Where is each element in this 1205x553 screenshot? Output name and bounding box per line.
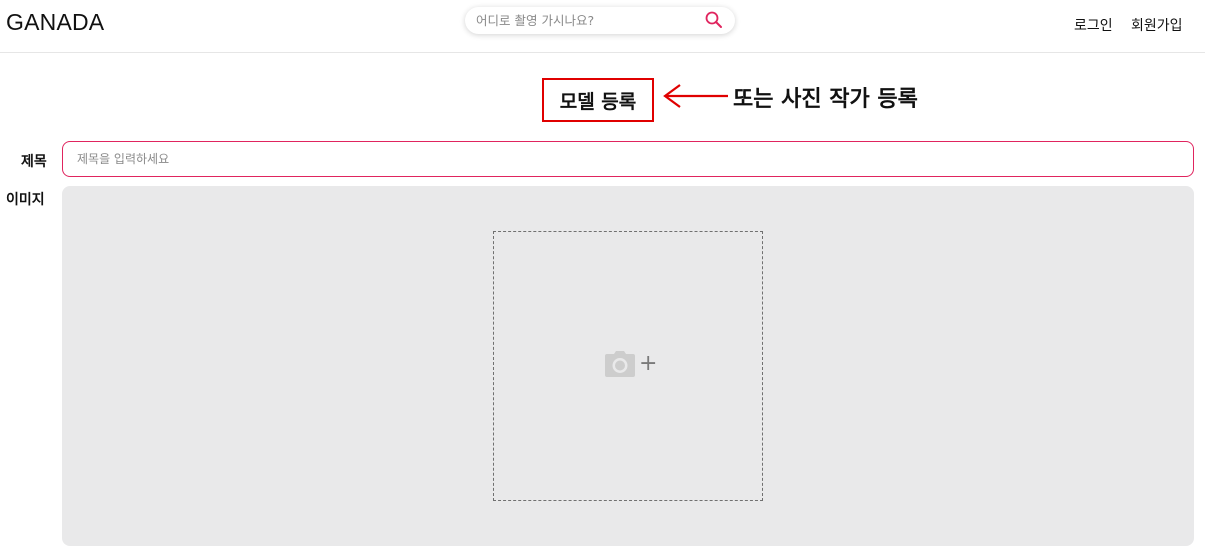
title-label: 제목 (21, 154, 47, 170)
signup-link[interactable]: 회원가입 (1131, 15, 1183, 35)
search-bar[interactable] (465, 7, 735, 34)
annotation-text: 또는 사진 작가 등록 (733, 87, 918, 112)
title-input[interactable] (62, 141, 1194, 177)
arrow-left-icon (663, 84, 728, 108)
image-upload-dropzone[interactable]: + (493, 231, 763, 501)
search-icon[interactable] (704, 10, 724, 30)
login-link[interactable]: 로그인 (1074, 15, 1113, 35)
page-title-text: 모델 등록 (559, 90, 637, 113)
logo[interactable]: GANADA (6, 9, 104, 36)
search-input[interactable] (476, 11, 701, 30)
camera-icon (605, 351, 635, 377)
plus-icon: + (639, 351, 658, 376)
image-label: 이미지 (6, 192, 45, 208)
page-title: 모델 등록 (542, 78, 654, 122)
header: GANADA 로그인 회원가입 (0, 0, 1205, 53)
